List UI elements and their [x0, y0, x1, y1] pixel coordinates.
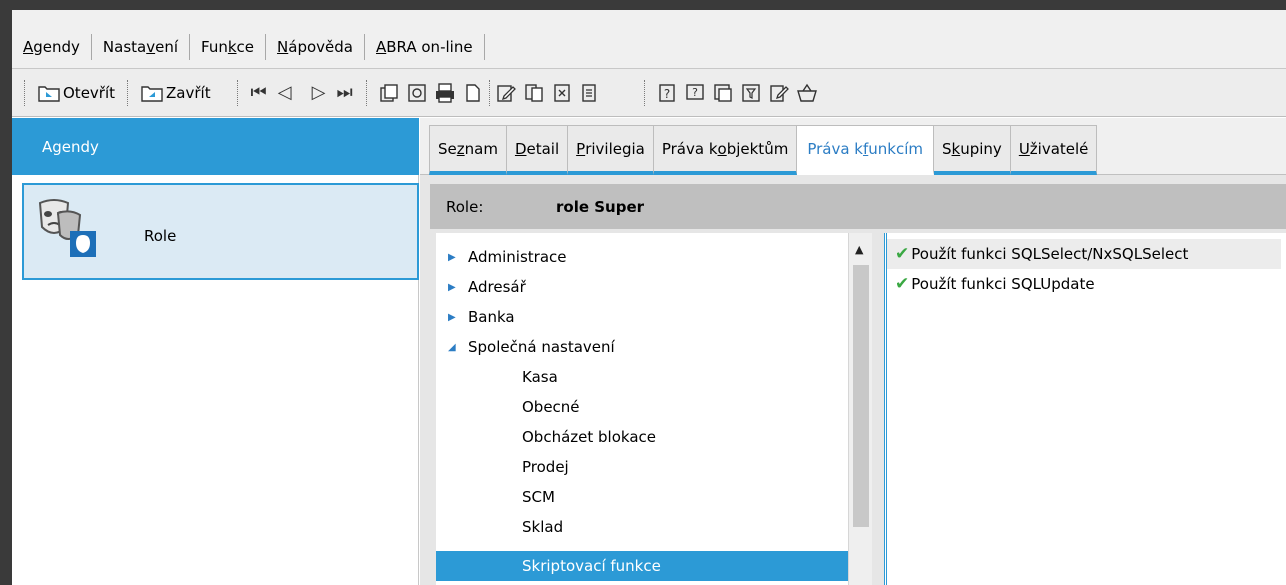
next-record-icon[interactable]: ▷ [306, 78, 332, 108]
window-left-border [0, 0, 12, 585]
menu-agendy[interactable]: Agendy [12, 34, 92, 60]
filter-icon[interactable] [737, 78, 765, 108]
tree-node[interactable]: Obecné [436, 392, 848, 422]
tree-node[interactable]: ▶ Administrace [436, 242, 848, 272]
toolbar: Otevřít Zavřít ⏮ ◁ ▷ ⏭ ? ? [12, 69, 1286, 117]
tree-node[interactable]: Skriptovací funkce [436, 551, 848, 581]
open-button[interactable]: Otevřít [33, 78, 119, 108]
refresh-record-icon[interactable] [403, 78, 431, 108]
function-permissions-list: ✔ Použít funkci SQLSelect/NxSQLSelect ✔ Po… [884, 233, 1286, 585]
toolbar-separator [127, 79, 129, 106]
tab-privilegia[interactable]: Privilegia [568, 125, 654, 175]
toolbar-separator [488, 79, 490, 106]
tree-node[interactable]: ▶ Banka [436, 302, 848, 332]
menu-nastaveni[interactable]: Nasta v ení [92, 34, 191, 60]
edit-icon[interactable] [492, 78, 520, 108]
tree-expand-icon[interactable]: ▶ [448, 252, 468, 263]
prev-record-icon[interactable]: ◁ [272, 78, 298, 108]
tree-scrollbar[interactable]: ▲ [848, 233, 872, 585]
edit-note-icon[interactable] [765, 78, 793, 108]
toolbar-grip [24, 79, 25, 106]
detail-panel: Role: role Super ▶ Administrace ▶ Adresář … [420, 175, 1286, 585]
check-icon: ✔ [895, 274, 910, 294]
menu-funkce[interactable]: Fun k ce [190, 34, 267, 60]
close-button[interactable]: Zavřít [136, 78, 215, 108]
last-record-icon[interactable]: ⏭ [332, 78, 358, 108]
report-icon[interactable] [576, 78, 604, 108]
tab-prava-k-objektum[interactable]: Práva k o bjektům [653, 125, 798, 175]
tab-detail[interactable]: Detail [506, 125, 569, 175]
svg-text:?: ? [692, 86, 698, 99]
tab-seznam[interactable]: Se z nam [429, 125, 507, 175]
scrollbar-thumb[interactable] [853, 265, 869, 527]
menu-bar: Agendy Nasta v ení Fun k ce Nápověda A BRA on… [12, 10, 1286, 69]
toolbar-separator [365, 79, 367, 106]
tree-node[interactable]: SCM [436, 482, 848, 512]
role-key-label: Role: [446, 197, 484, 216]
delete-record-icon[interactable] [548, 78, 576, 108]
agendy-list: Role [12, 175, 419, 585]
agenda-item-label: Role [144, 227, 177, 245]
context-help-icon[interactable]: ? [681, 78, 709, 108]
toolbar-separator [643, 79, 645, 106]
tree-expand-icon[interactable]: ▶ [448, 282, 468, 293]
help-icon[interactable]: ? [653, 78, 681, 108]
tree-expand-icon[interactable]: ▶ [448, 312, 468, 323]
tab-skupiny[interactable]: Sk upiny [934, 125, 1011, 175]
svg-text:?: ? [663, 87, 669, 101]
close-folder-icon [141, 85, 163, 102]
list-item[interactable]: ✔ Použít funkci SQLSelect/NxSQLSelect [887, 239, 1281, 269]
tab-prava-k-funkcim[interactable]: Práva k f unkcím [797, 125, 934, 175]
open-label: Otevřít [63, 83, 116, 102]
tree-node[interactable]: Kasa [436, 362, 848, 392]
close-label: Zavřít [166, 83, 211, 102]
role-value: role Super [556, 197, 645, 216]
print-icon[interactable] [431, 78, 459, 108]
tab-uzivatele[interactable]: Uživatelé [1010, 125, 1098, 175]
scroll-up-icon[interactable]: ▲ [855, 243, 863, 256]
window-top-border [0, 0, 1286, 10]
tree-node[interactable]: ▶ Adresář [436, 272, 848, 302]
open-folder-icon [38, 85, 60, 102]
agendy-header: Agendy [12, 118, 419, 175]
copy-record-icon[interactable] [375, 78, 403, 108]
tree-node[interactable]: ◢ Společná nastavení [436, 332, 848, 362]
duplicate-icon[interactable] [520, 78, 548, 108]
check-icon: ✔ [895, 244, 910, 264]
menu-napoveda[interactable]: Nápověda [266, 34, 365, 60]
list-item[interactable]: ✔ Použít funkci SQLUpdate [895, 269, 1095, 299]
role-header: Role: role Super [430, 184, 1286, 229]
find-icon[interactable] [709, 78, 737, 108]
tree-node[interactable]: Obcházet blokace [436, 422, 848, 452]
agenda-item-role[interactable]: Role [22, 183, 419, 280]
new-document-icon[interactable] [459, 78, 487, 108]
function-category-tree: ▶ Administrace ▶ Adresář ▶ Banka ◢ Společná … [436, 233, 864, 585]
tree-collapse-icon[interactable]: ◢ [448, 342, 468, 353]
menu-abra-online[interactable]: A BRA on-line [365, 34, 485, 60]
toolbar-separator [236, 79, 238, 106]
tab-bar: Se z nam Detail Privilegia Práva k o bjektů… [420, 118, 1286, 175]
tree-node[interactable]: Prodej [436, 452, 848, 482]
role-masks-icon [38, 199, 96, 257]
basket-icon[interactable] [793, 78, 821, 108]
first-record-icon[interactable]: ⏮ [246, 78, 272, 108]
tree-node[interactable]: Sklad [436, 512, 848, 542]
